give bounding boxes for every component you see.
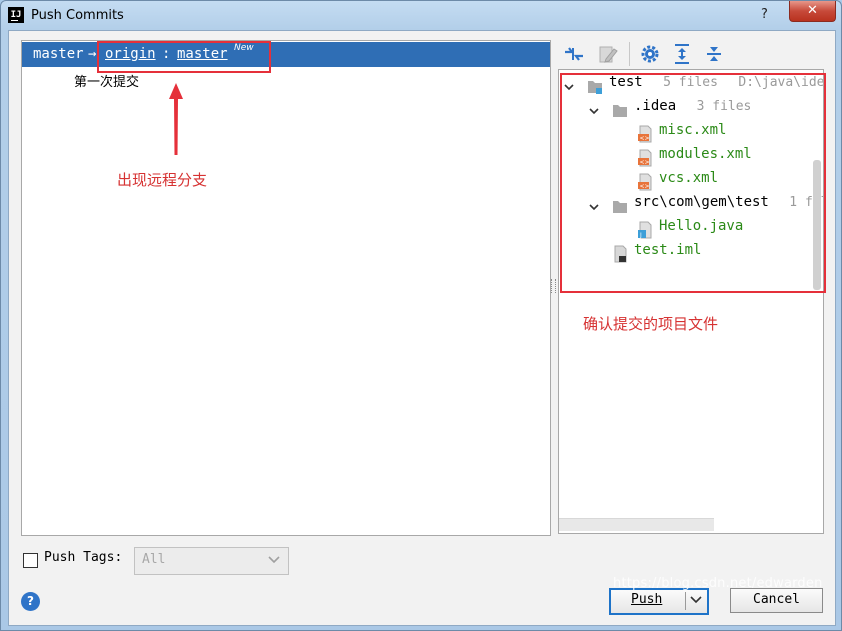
push-tags-checkbox[interactable] [23,553,38,568]
local-branch: master [33,46,84,62]
push-button[interactable]: Push [609,588,709,615]
annotation-arrow-icon [169,83,183,155]
push-options-chevron-icon[interactable] [690,596,702,604]
edit-source-icon[interactable] [597,43,619,65]
annotation-remote-branch: 出现远程分支 [117,171,208,189]
window-help-button[interactable]: ? [761,7,768,22]
watermark: https://blog.csdn.net/edwarden [613,576,823,591]
changes-toolbar [557,37,833,69]
remote-branch-highlight-box [97,41,271,73]
collapse-all-icon[interactable] [703,43,725,65]
toolbar-separator [629,42,630,66]
dialog-window: IJ Push Commits ? ✕ master → origin : ma… [0,0,842,631]
expand-all-icon[interactable] [671,43,693,65]
annotation-project-files: 确认提交的项目文件 [583,315,719,333]
panel-splitter[interactable] [551,279,556,293]
window-close-button[interactable]: ✕ [789,1,836,22]
project-files-highlight-box [560,73,826,293]
push-tags-value: All [142,552,166,567]
cancel-button[interactable]: Cancel [730,588,823,613]
push-tags-label: Push Tags: [44,550,123,565]
commit-message[interactable]: 第一次提交 [74,71,139,90]
horizontal-scrollbar[interactable] [559,518,714,531]
cancel-button-label: Cancel [753,592,800,607]
push-button-label: Push [631,592,663,607]
commits-tree[interactable]: master → origin : master New 第一次提交 出现远程分… [21,40,551,536]
push-tags-select[interactable]: All [134,547,289,575]
push-arrow-icon: → [88,46,97,62]
chevron-down-icon [268,556,280,564]
diff-icon[interactable] [563,43,585,65]
push-button-separator [685,592,686,610]
app-icon: IJ [8,7,24,23]
help-button[interactable]: ? [21,592,40,611]
settings-icon[interactable] [639,43,661,65]
window-title: Push Commits [31,8,124,23]
dialog-content: master → origin : master New 第一次提交 出现远程分… [8,30,836,626]
title-bar[interactable]: IJ Push Commits ? ✕ [1,1,841,31]
